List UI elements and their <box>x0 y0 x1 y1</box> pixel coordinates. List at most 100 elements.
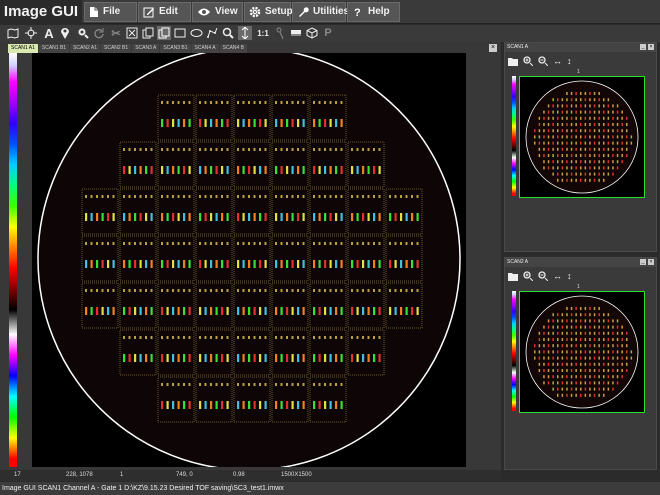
die-dot <box>172 242 174 245</box>
mini-die-dot <box>626 362 628 366</box>
mini-die-dot <box>616 319 619 323</box>
gear-icon <box>249 6 261 18</box>
peak-icon[interactable]: P <box>321 26 335 40</box>
die-marker <box>215 119 218 127</box>
tab-scan1-b1[interactable]: SCAN1 B1 <box>38 44 70 53</box>
mini-die-dot <box>593 116 596 120</box>
menu-view[interactable]: View <box>192 2 243 22</box>
rotate-icon[interactable] <box>92 26 106 40</box>
folder-icon[interactable] <box>508 57 518 66</box>
rectangle-icon[interactable] <box>173 26 187 40</box>
horizontal-arrows-icon[interactable]: ↔ <box>553 55 562 67</box>
side-wafer-image[interactable] <box>519 291 645 413</box>
die-marker <box>210 166 213 174</box>
zoom-out-icon[interactable] <box>538 56 548 66</box>
side-wafer-image[interactable] <box>519 76 645 198</box>
copy-icon[interactable] <box>141 26 155 40</box>
wafer-scan-image[interactable] <box>32 47 466 471</box>
mini-die-dot <box>616 362 619 366</box>
mini-die-dot <box>552 338 554 341</box>
mini-die-dot <box>534 141 536 145</box>
zoom-in-icon[interactable] <box>523 271 533 281</box>
minimize-icon[interactable]: _ <box>640 259 646 265</box>
mini-die-dot <box>547 369 550 372</box>
close-icon[interactable]: × <box>648 259 654 265</box>
zoom-out-icon[interactable] <box>538 271 548 281</box>
menu-utilities[interactable]: Utilities <box>292 2 349 22</box>
horizontal-arrows-icon[interactable]: ↔ <box>553 270 562 282</box>
mini-die-dot <box>584 141 587 145</box>
vertical-arrows-icon[interactable]: ↕ <box>567 55 572 67</box>
die-marker <box>150 307 153 315</box>
die-marker <box>96 307 99 315</box>
die-marker <box>394 260 397 268</box>
close-icon[interactable]: × <box>489 44 497 52</box>
one-to-one-icon[interactable]: 1:1 <box>255 26 271 40</box>
mini-die-dot <box>580 387 582 391</box>
mini-die-dot <box>552 331 554 335</box>
mini-die-dot <box>593 325 596 329</box>
tab-scan2-b1[interactable]: SCAN2 B1 <box>101 44 132 53</box>
pin-icon[interactable] <box>58 26 72 40</box>
tab-scan2-a1[interactable]: SCAN2 A1 <box>70 44 100 53</box>
die-dot <box>183 289 185 292</box>
tab-scan1-a1[interactable]: SCAN1 A1 <box>8 44 38 53</box>
color-scale-bar[interactable] <box>9 53 17 467</box>
text-icon[interactable]: A <box>42 26 56 41</box>
vertical-arrows-icon[interactable]: ↕ <box>567 270 572 282</box>
die-dot <box>145 336 147 339</box>
select-copy-icon[interactable] <box>157 26 171 40</box>
die-marker <box>215 354 218 362</box>
pin-alt-icon[interactable] <box>273 26 287 40</box>
tab-scan3-b1[interactable]: SCAN3 B1 <box>160 44 191 53</box>
close-icon[interactable]: × <box>648 44 654 50</box>
mini-die-dot <box>561 375 564 379</box>
die-marker <box>188 119 191 127</box>
mini-die-dot <box>589 387 591 391</box>
menu-setup[interactable]: Setup <box>244 2 293 22</box>
x-box-icon[interactable] <box>125 26 139 40</box>
die-dot <box>248 289 250 292</box>
scissors-icon[interactable]: ✂ <box>109 26 123 40</box>
tab-scan3-a[interactable]: SCAN3 A <box>132 44 160 53</box>
menu-file[interactable]: File <box>84 2 137 22</box>
die-marker <box>161 307 164 315</box>
mini-die-dot <box>621 338 623 341</box>
mini-die-dot <box>607 344 610 348</box>
die-dot <box>313 383 315 386</box>
eraser-icon[interactable] <box>289 26 303 40</box>
crosshair-icon[interactable] <box>24 26 38 40</box>
mini-die-dot <box>557 331 559 335</box>
mini-die-dot <box>621 116 623 120</box>
zoom-in-icon[interactable] <box>523 56 533 66</box>
mini-die-dot <box>598 362 600 366</box>
zoom-icon[interactable] <box>76 26 90 40</box>
tab-scan4-b[interactable]: SCAN4 B <box>219 44 248 53</box>
mini-die-dot <box>621 129 623 133</box>
die-marker <box>172 213 175 221</box>
search-icon[interactable] <box>221 26 235 40</box>
mini-die-dot <box>593 135 596 139</box>
folder-icon[interactable] <box>508 272 518 281</box>
mini-die-dot <box>570 393 573 397</box>
die-dot <box>275 336 277 339</box>
map-icon[interactable] <box>6 26 20 40</box>
vertical-cursor-icon[interactable] <box>238 26 252 40</box>
menu-edit[interactable]: Edit <box>138 2 191 22</box>
die-dot <box>128 242 131 245</box>
cube-icon[interactable] <box>305 26 319 40</box>
menu-help[interactable]: ? Help <box>347 2 400 22</box>
die-marker <box>210 119 213 127</box>
die-marker <box>416 213 419 221</box>
die-dot <box>237 148 239 151</box>
tab-scan4-a[interactable]: SCAN4 A <box>191 44 219 53</box>
die-dot <box>139 289 142 292</box>
mini-die-dot <box>575 98 577 102</box>
ellipse-icon[interactable] <box>189 26 203 40</box>
polyline-icon[interactable] <box>205 26 219 40</box>
minimize-icon[interactable]: _ <box>640 44 646 50</box>
mini-die-dot <box>626 129 628 133</box>
die-dot <box>329 383 332 386</box>
mini-die-dot <box>607 160 610 164</box>
mini-die-dot <box>607 375 610 379</box>
